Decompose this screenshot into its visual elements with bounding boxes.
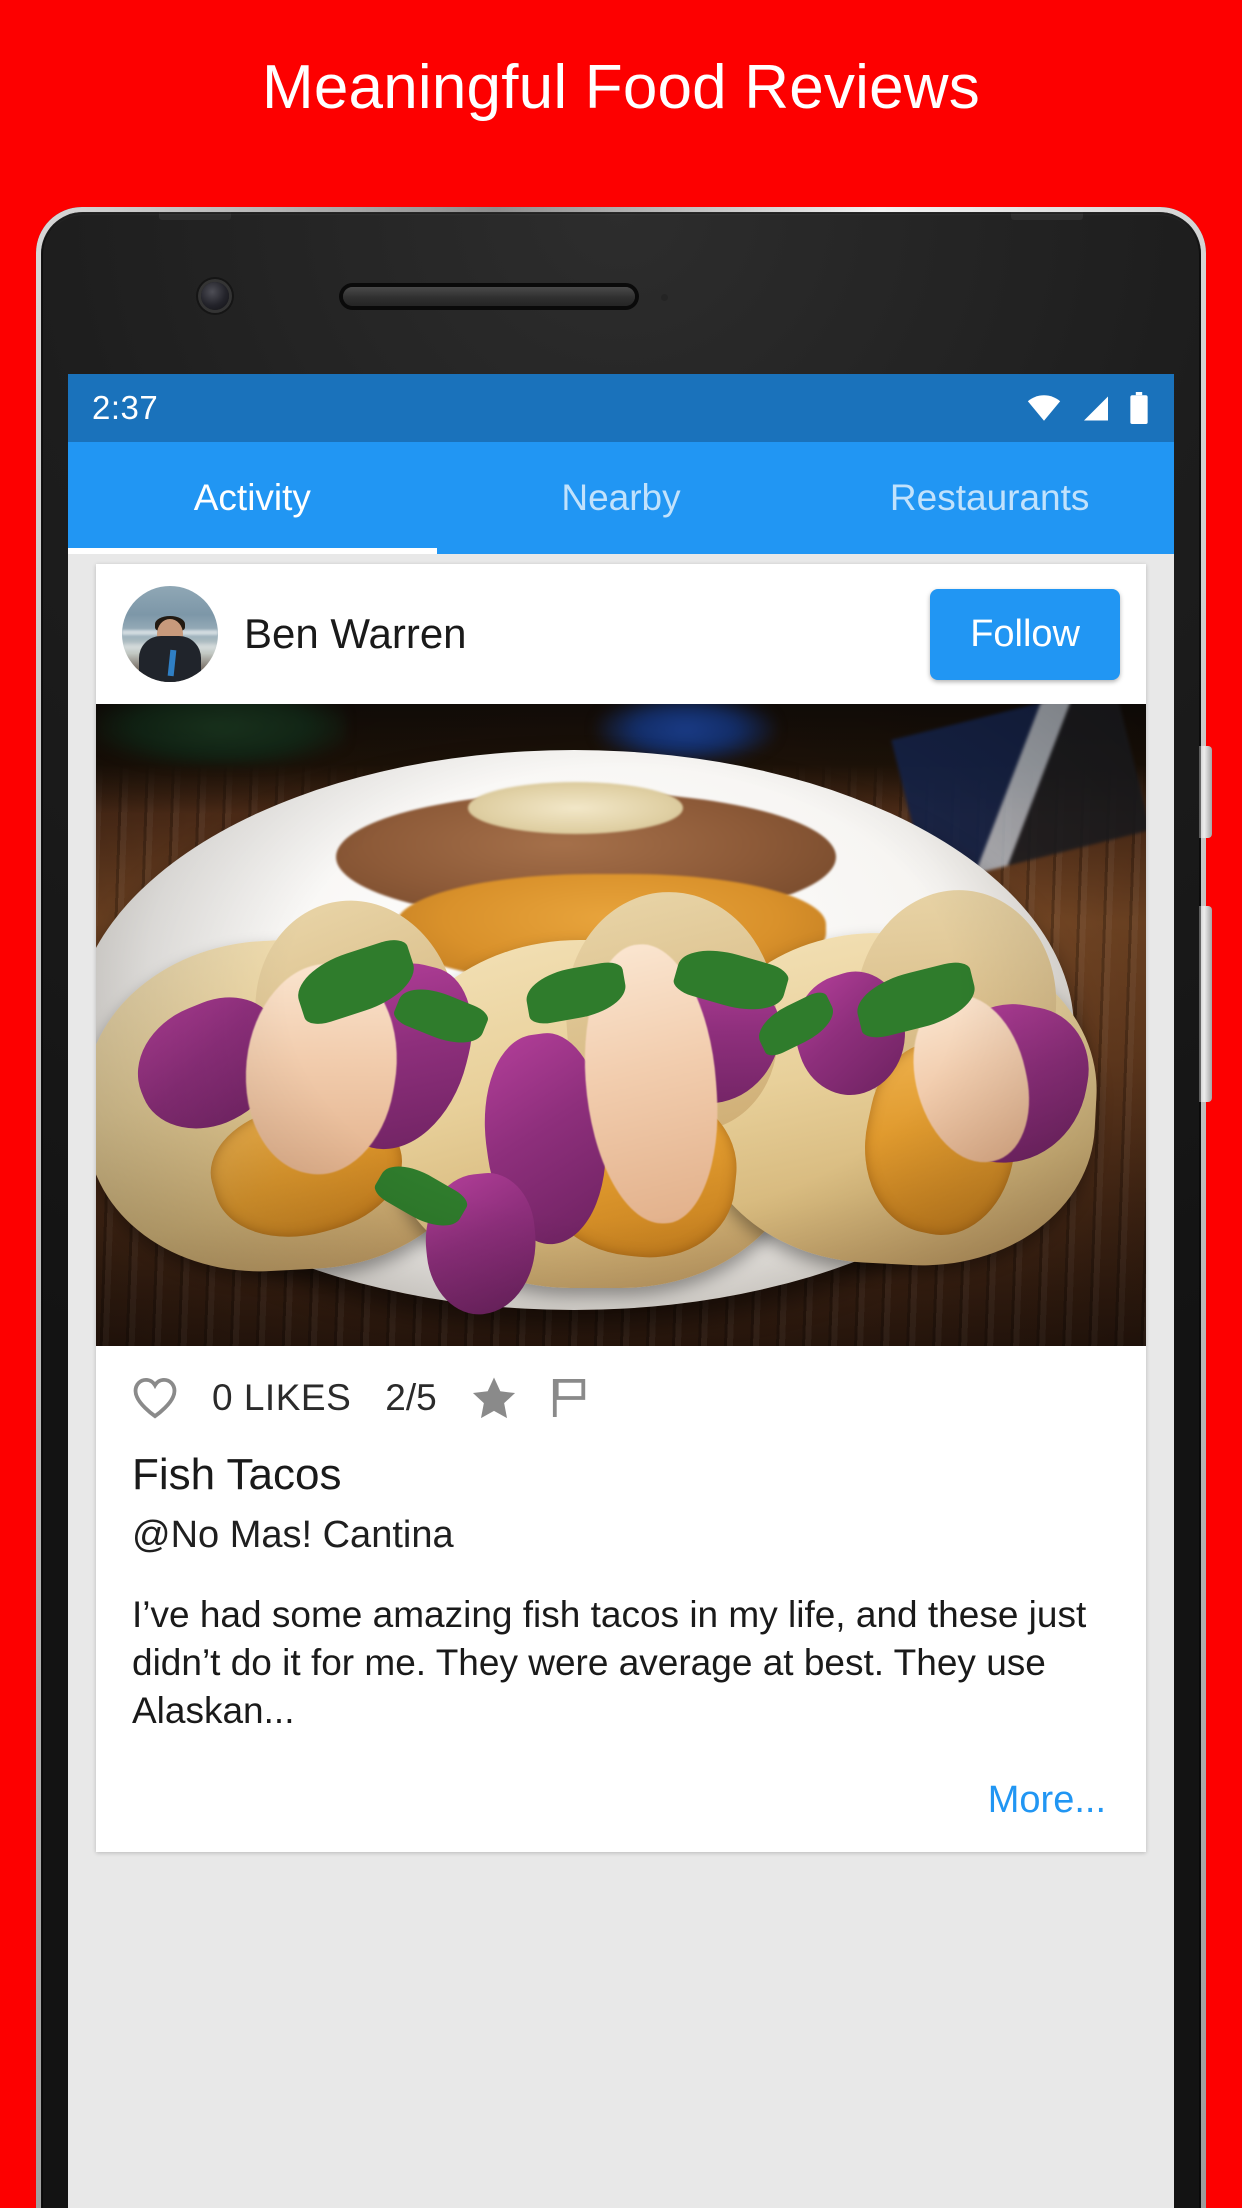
phone-screen: 2:37 Activity Nearby Restaurants Ben War… — [68, 374, 1174, 2208]
feed-scroll-area[interactable]: Ben Warren Follow 0 LIKES 2/5 Fish Tacos… — [68, 554, 1174, 2208]
likes-count: 0 LIKES — [212, 1377, 352, 1418]
tab-restaurants[interactable]: Restaurants — [805, 442, 1174, 554]
earpiece-speaker — [343, 287, 635, 306]
rating-value: 2/5 — [385, 1377, 437, 1418]
flag-outline-icon[interactable] — [551, 1377, 589, 1419]
phone-body: 2:37 Activity Nearby Restaurants Ben War… — [41, 212, 1212, 2208]
heart-outline-icon[interactable] — [132, 1377, 178, 1419]
post-header: Ben Warren Follow — [96, 564, 1146, 704]
status-clock: 2:37 — [92, 389, 159, 426]
power-button[interactable] — [1199, 746, 1212, 838]
review-card: Ben Warren Follow 0 LIKES 2/5 Fish Tacos… — [96, 564, 1146, 1853]
tab-bar: Activity Nearby Restaurants — [68, 442, 1174, 554]
battery-icon — [1130, 392, 1148, 424]
status-bar: 2:37 — [68, 374, 1174, 442]
front-camera-icon — [201, 282, 229, 310]
antenna-band-right — [1011, 212, 1083, 220]
more-row: More... — [96, 1735, 1146, 1852]
photo-vignette — [96, 704, 1146, 1346]
page-title: Meaningful Food Reviews — [262, 53, 980, 122]
post-photo[interactable] — [96, 704, 1146, 1346]
antenna-band-left — [159, 212, 231, 220]
avatar[interactable] — [122, 586, 218, 682]
promo-screenshot: Meaningful Food Reviews 2:37 Activity Ne… — [0, 0, 1242, 2208]
restaurant-name[interactable]: @No Mas! Cantina — [132, 1514, 1110, 1557]
volume-rocker-button[interactable] — [1199, 906, 1212, 1102]
review-text: I’ve had some amazing fish tacos in my l… — [132, 1594, 1087, 1732]
more-link[interactable]: More... — [988, 1779, 1106, 1821]
wifi-icon — [1027, 395, 1061, 421]
review-body: Fish Tacos @No Mas! Cantina I’ve had som… — [96, 1450, 1146, 1735]
post-action-bar: 0 LIKES 2/5 — [96, 1346, 1146, 1450]
tab-nearby[interactable]: Nearby — [437, 442, 806, 554]
star-filled-icon[interactable] — [471, 1376, 517, 1420]
dish-name: Fish Tacos — [132, 1450, 342, 1499]
phone-device: 2:37 Activity Nearby Restaurants Ben War… — [36, 207, 1212, 2208]
cellular-signal-icon — [1084, 396, 1108, 420]
proximity-sensor-icon — [661, 294, 668, 301]
follow-button[interactable]: Follow — [930, 588, 1120, 680]
author-name[interactable]: Ben Warren — [244, 610, 467, 658]
tab-activity[interactable]: Activity — [68, 442, 437, 554]
status-icon-group — [1027, 392, 1150, 424]
